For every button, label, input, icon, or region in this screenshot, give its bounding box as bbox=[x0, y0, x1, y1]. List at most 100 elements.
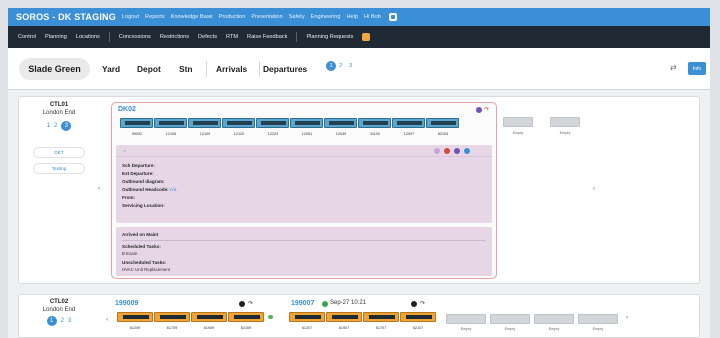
car[interactable] bbox=[358, 118, 391, 128]
road-info: CTL02 London End 1 2 3 bbox=[39, 299, 79, 326]
scroll-left-icon[interactable]: ‹ bbox=[106, 317, 108, 323]
servicing-location-label: Servicing Location: bbox=[122, 203, 165, 208]
road-page-3[interactable]: 3 bbox=[61, 121, 72, 131]
info-icon[interactable] bbox=[464, 148, 470, 154]
road-card-ctl02: CTL02 London End 1 2 3 ‹ 199009 ↷ 61209 … bbox=[18, 294, 700, 338]
car[interactable] bbox=[326, 312, 362, 322]
subnav-restrictions[interactable]: Restrictions bbox=[160, 34, 189, 40]
car[interactable] bbox=[222, 118, 255, 128]
car[interactable] bbox=[256, 118, 289, 128]
car[interactable] bbox=[117, 312, 153, 322]
status-icon[interactable] bbox=[411, 301, 417, 307]
empty-slot[interactable] bbox=[503, 117, 533, 127]
road-page-2[interactable]: 2 bbox=[54, 123, 57, 129]
subnav-locations[interactable]: Locations bbox=[76, 34, 100, 40]
car[interactable] bbox=[228, 312, 264, 322]
empty-slot[interactable] bbox=[534, 314, 574, 324]
subnav-planning[interactable]: Planning bbox=[45, 34, 67, 40]
car[interactable] bbox=[188, 118, 221, 128]
turnaround-icon[interactable]: ↷ bbox=[420, 300, 425, 307]
car-number: 61709 bbox=[166, 326, 178, 330]
sch-departure-label: Sch Departure: bbox=[122, 163, 155, 168]
tab-arrivals[interactable]: Arrivals bbox=[216, 64, 247, 74]
subnav-divider bbox=[296, 32, 298, 42]
scroll-right-icon[interactable]: › bbox=[593, 186, 595, 192]
coupling-icon[interactable] bbox=[268, 315, 273, 319]
car[interactable] bbox=[120, 118, 153, 128]
subnav-concessions[interactable]: Concessions bbox=[119, 34, 151, 40]
unit-card-dk02[interactable]: DK02 ↷ 99002 12105 12109 12120 12224 120… bbox=[111, 102, 497, 279]
subnav-planning-requests[interactable]: Planning Requests bbox=[306, 34, 353, 40]
road-id: CTL01 bbox=[49, 102, 69, 108]
car[interactable] bbox=[154, 118, 187, 128]
empty-slot[interactable] bbox=[578, 314, 618, 324]
maint-title: Arrived on Maint bbox=[122, 232, 159, 237]
testing-button[interactable]: Testing bbox=[33, 163, 85, 174]
subnav-rtm[interactable]: RTM bbox=[226, 34, 238, 40]
car[interactable] bbox=[324, 118, 357, 128]
top-nav-logout[interactable]: Logout bbox=[122, 14, 139, 20]
info-button[interactable]: Info bbox=[688, 62, 706, 75]
departure-details-panel: ⇔ Sch Departure: Est Departure: Outbound… bbox=[116, 145, 492, 223]
status-icon[interactable] bbox=[239, 301, 245, 307]
tab-departures[interactable]: Departures bbox=[263, 64, 307, 74]
unit-id-199007[interactable]: 199007 bbox=[291, 300, 314, 307]
subnav-defects[interactable]: Defects bbox=[198, 34, 217, 40]
status-icon[interactable] bbox=[476, 107, 482, 113]
road-page-2[interactable]: 2 bbox=[61, 318, 64, 324]
det-button[interactable]: DET bbox=[33, 147, 85, 158]
road-info: CTL01 London End 1 2 3 bbox=[39, 102, 79, 131]
car[interactable] bbox=[363, 312, 399, 322]
car-number: 12049 bbox=[335, 132, 347, 136]
subnav-raise-feedback[interactable]: Raise Feedback bbox=[247, 34, 287, 40]
car[interactable] bbox=[289, 312, 325, 322]
road-page-1[interactable]: 1 bbox=[46, 316, 57, 326]
road-page-1[interactable]: 1 bbox=[47, 123, 50, 129]
tab-yard[interactable]: Yard bbox=[102, 64, 120, 74]
empty-slot[interactable] bbox=[490, 314, 530, 324]
page-1[interactable]: 1 bbox=[326, 61, 336, 71]
grid-icon[interactable] bbox=[454, 148, 460, 154]
notification-icon[interactable] bbox=[388, 13, 397, 21]
top-nav-reports[interactable]: Reports bbox=[145, 14, 165, 20]
car-number: 61707 bbox=[375, 326, 387, 330]
scroll-left-icon[interactable]: ‹ bbox=[98, 186, 100, 192]
edit-icon[interactable] bbox=[434, 148, 440, 154]
subnav-control[interactable]: Control bbox=[18, 34, 36, 40]
site-selector[interactable]: Slade Green bbox=[19, 58, 90, 80]
car[interactable] bbox=[290, 118, 323, 128]
car[interactable] bbox=[392, 118, 425, 128]
tab-stn[interactable]: Stn bbox=[179, 64, 193, 74]
car[interactable] bbox=[191, 312, 227, 322]
car[interactable] bbox=[154, 312, 190, 322]
turnaround-icon[interactable]: ↷ bbox=[248, 300, 253, 307]
car[interactable] bbox=[400, 312, 436, 322]
top-nav-presentation[interactable]: Presentation bbox=[251, 14, 282, 20]
status-ok-icon bbox=[322, 301, 328, 307]
empty-slot[interactable] bbox=[550, 117, 580, 127]
sub-nav: Control Planning Locations Concessions R… bbox=[8, 26, 710, 48]
outbound-headcode-value[interactable]: n/a bbox=[170, 187, 176, 192]
user-greeting[interactable]: Hi Bob bbox=[364, 14, 381, 20]
car[interactable] bbox=[426, 118, 459, 128]
unit-id-199009[interactable]: 199009 bbox=[115, 300, 138, 307]
top-nav-help[interactable]: Help bbox=[347, 14, 359, 20]
yard-content: CTL01 London End 1 2 3 DET Testing ‹ › D… bbox=[8, 90, 710, 338]
empty-slot[interactable] bbox=[446, 314, 486, 324]
swap-icon[interactable]: ⇄ bbox=[670, 63, 677, 72]
panel-header: ⇔ bbox=[116, 145, 492, 157]
scroll-right-icon[interactable]: › bbox=[626, 315, 628, 321]
app-brand[interactable]: SOROS - DK STAGING bbox=[16, 12, 116, 22]
road-page-3[interactable]: 3 bbox=[68, 318, 71, 324]
tab-depot[interactable]: Depot bbox=[137, 64, 161, 74]
page-2[interactable]: 2 bbox=[339, 63, 342, 69]
top-nav-safety[interactable]: Safety bbox=[289, 14, 305, 20]
top-nav-engineering[interactable]: Engineering bbox=[311, 14, 341, 20]
cancel-icon[interactable] bbox=[444, 148, 450, 154]
planning-requests-badge-icon[interactable] bbox=[362, 33, 371, 41]
unit-id[interactable]: DK02 bbox=[118, 106, 136, 113]
page-3[interactable]: 3 bbox=[349, 63, 352, 69]
turnaround-icon[interactable]: ↷ bbox=[484, 106, 489, 113]
top-nav-production[interactable]: Production bbox=[219, 14, 246, 20]
top-nav-knowledge-base[interactable]: Knowledge Base bbox=[171, 14, 213, 20]
